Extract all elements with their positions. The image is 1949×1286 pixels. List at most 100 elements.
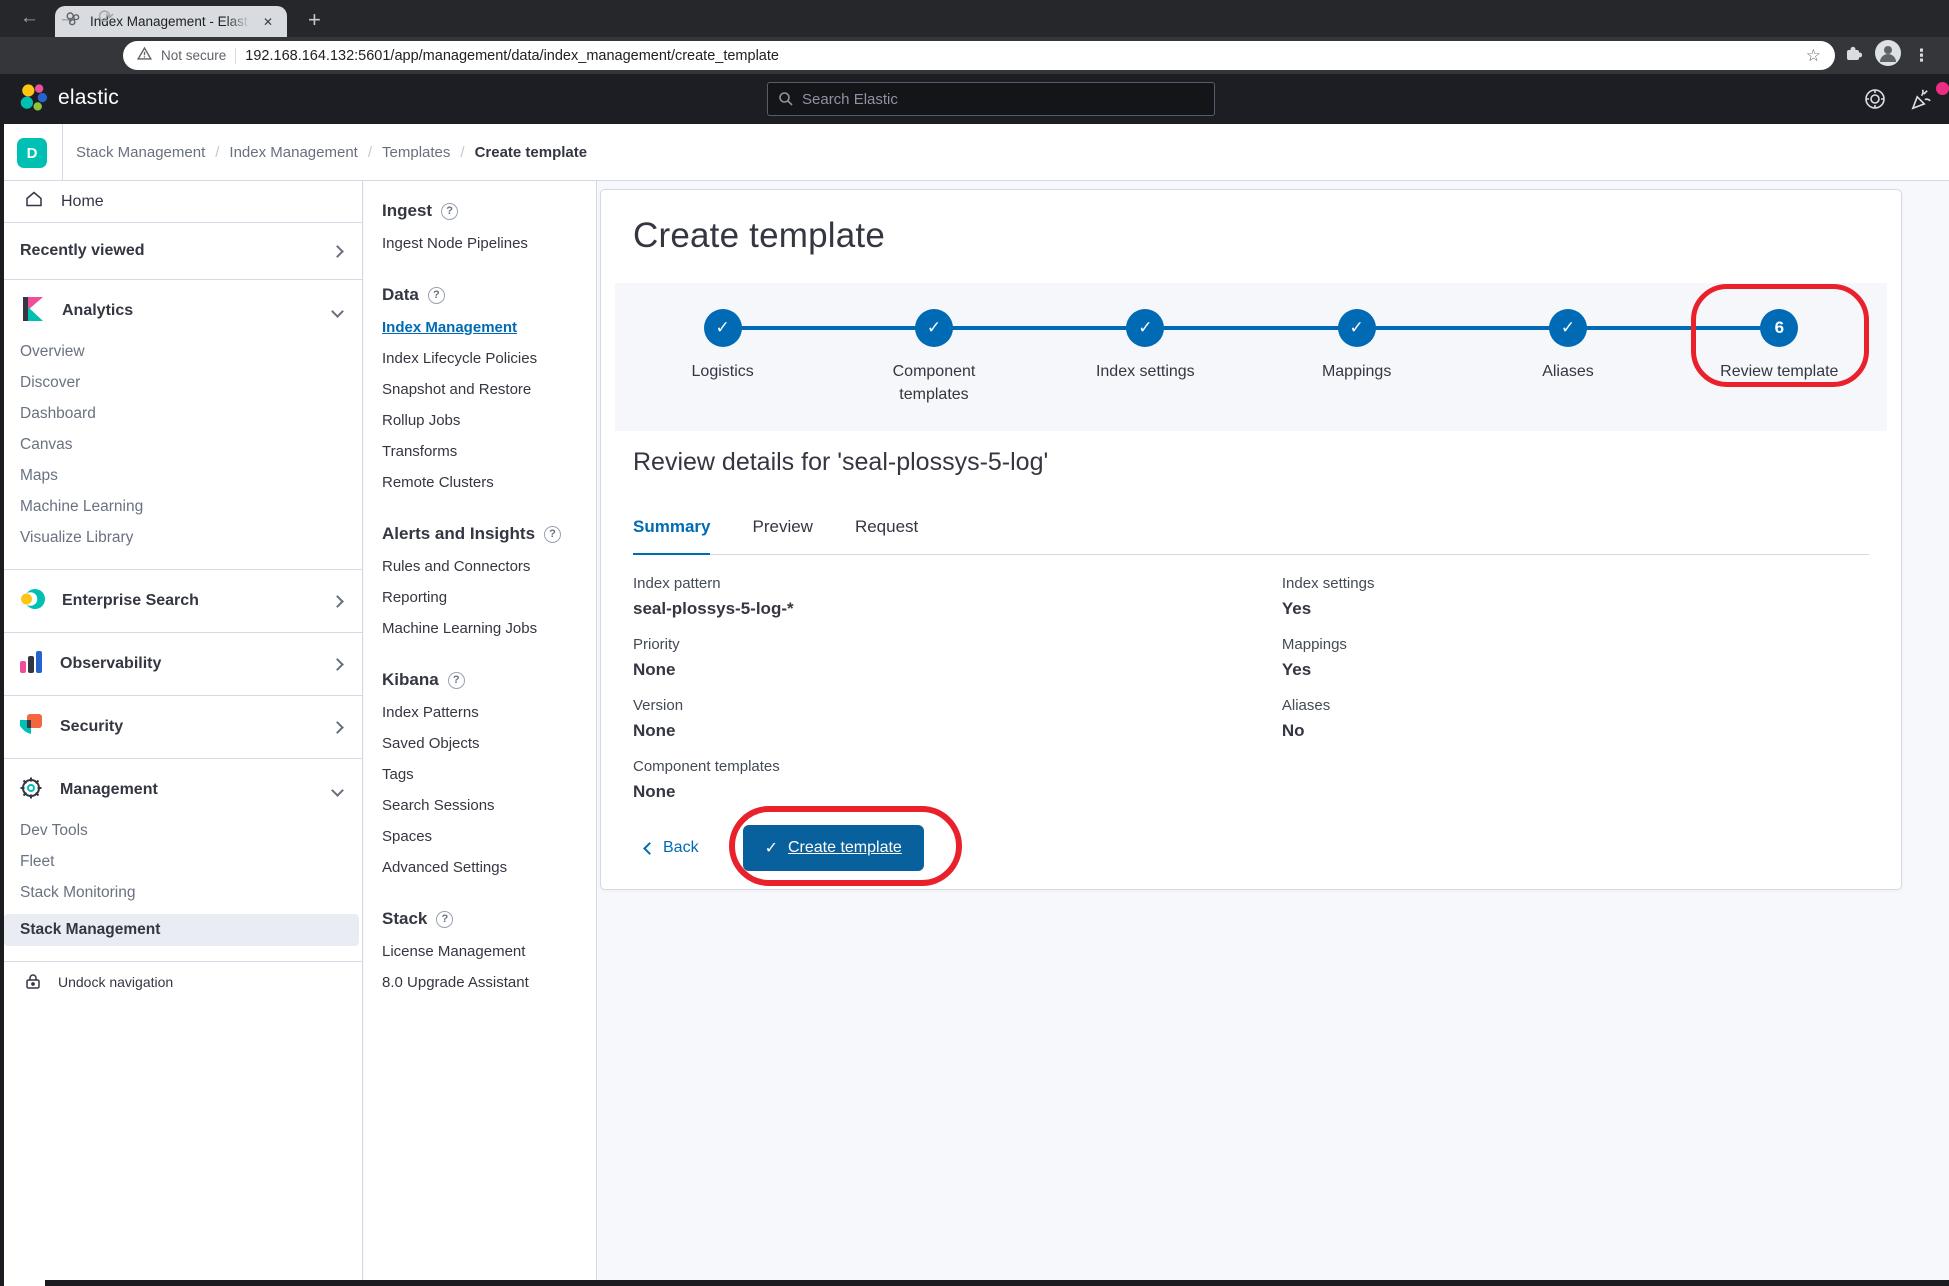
reload-icon[interactable]: ⟳ [92, 5, 120, 31]
tab-preview[interactable]: Preview [752, 516, 812, 554]
help-icon[interactable] [1862, 86, 1888, 117]
step-logistics[interactable]: ✓ Logistics [617, 309, 828, 406]
breadcrumb-templates[interactable]: Templates [382, 144, 450, 161]
window-bottom-edge [45, 1280, 1949, 1286]
step-component-templates[interactable]: ✓ Component templates [828, 309, 1039, 406]
sidebar-group-enterprise-search-header[interactable]: Enterprise Search [0, 570, 362, 632]
nav-item-saved-objects[interactable]: Saved Objects [382, 734, 582, 754]
question-circle-icon[interactable]: ? [441, 203, 458, 220]
nav-item-index-lifecycle-policies[interactable]: Index Lifecycle Policies [382, 349, 582, 369]
global-search-input[interactable]: Search Elastic [767, 82, 1215, 116]
nav-item-advanced-settings[interactable]: Advanced Settings [382, 858, 582, 878]
sidebar-recently-viewed[interactable]: Recently viewed [0, 223, 362, 280]
nav-item-index-patterns[interactable]: Index Patterns [382, 703, 582, 723]
sidebar-item-dev-tools[interactable]: Dev Tools [20, 821, 362, 841]
nav-item-reporting[interactable]: Reporting [382, 588, 582, 608]
sidebar-item-maps[interactable]: Maps [20, 466, 362, 486]
browser-menu-icon[interactable]: ⋮ [1913, 46, 1931, 66]
field-label: Component templates [633, 757, 1282, 776]
question-circle-icon[interactable]: ? [428, 287, 445, 304]
url-text: 192.168.164.132:5601/app/management/data… [245, 48, 1796, 64]
breadcrumb-separator: / [215, 144, 219, 161]
question-circle-icon[interactable]: ? [448, 672, 465, 689]
question-circle-icon[interactable]: ? [544, 526, 561, 543]
nav-item-remote-clusters[interactable]: Remote Clusters [382, 473, 582, 493]
sidebar-group-security-header[interactable]: Security [0, 696, 362, 758]
lock-icon [24, 972, 42, 993]
tab-close-icon[interactable]: ✕ [259, 13, 277, 31]
nav-item-license-management[interactable]: License Management [382, 942, 582, 962]
undock-label: Undock navigation [58, 974, 173, 990]
nav-section-alerts: Alerts and Insights? Rules and Connector… [382, 524, 582, 639]
summary-aliases: Aliases No [1282, 696, 1869, 742]
sidebar-item-stack-monitoring[interactable]: Stack Monitoring [20, 883, 362, 903]
sidebar-item-fleet[interactable]: Fleet [20, 852, 362, 872]
question-circle-icon[interactable]: ? [436, 911, 453, 928]
sidebar-item-stack-management[interactable]: Stack Management [4, 914, 359, 946]
nav-section-ingest: Ingest? Ingest Node Pipelines [382, 201, 582, 254]
step-circle: ✓ [915, 309, 953, 347]
search-placeholder: Search Elastic [802, 91, 898, 108]
field-label: Index pattern [633, 574, 1282, 593]
sidebar-item-discover[interactable]: Discover [20, 373, 362, 393]
sidebar-item-dashboard[interactable]: Dashboard [20, 404, 362, 424]
step-mappings[interactable]: ✓ Mappings [1251, 309, 1462, 406]
chrome-actions: ⋮ [1843, 40, 1931, 71]
nav-item-index-management[interactable]: Index Management [382, 318, 582, 338]
elastic-logo[interactable]: elastic [18, 83, 119, 113]
section-title-stack: Stack [382, 909, 427, 929]
summary-version: Version None [633, 696, 1282, 742]
sidebar-item-home[interactable]: Home [0, 181, 362, 223]
step-label: Index settings [1096, 360, 1195, 383]
nav-item-ingest-node-pipelines[interactable]: Ingest Node Pipelines [382, 234, 582, 254]
sidebar-item-canvas[interactable]: Canvas [20, 435, 362, 455]
nav-item-rollup-jobs[interactable]: Rollup Jobs [382, 411, 582, 431]
nav-item-tags[interactable]: Tags [382, 765, 582, 785]
nav-item-rules-and-connectors[interactable]: Rules and Connectors [382, 557, 582, 577]
sidebar-item-overview[interactable]: Overview [20, 342, 362, 362]
breadcrumb: Stack Management / Index Management / Te… [76, 124, 587, 180]
sidebar-group-analytics: Analytics Overview Discover Dashboard Ca… [0, 280, 362, 570]
address-bar[interactable]: Not secure 192.168.164.132:5601/app/mana… [123, 41, 1835, 70]
brand-name: elastic [58, 86, 119, 110]
sidebar-group-analytics-header[interactable]: Analytics [0, 280, 362, 342]
page-title: Create template [633, 216, 885, 256]
sidebar-group-observability-header[interactable]: Observability [0, 633, 362, 695]
summary-right-column: Index settings Yes Mappings Yes Aliases … [1282, 574, 1869, 818]
nav-item-search-sessions[interactable]: Search Sessions [382, 796, 582, 816]
undock-navigation[interactable]: Undock navigation [0, 962, 362, 1002]
profile-avatar[interactable] [1875, 40, 1901, 71]
tab-request[interactable]: Request [855, 516, 918, 554]
nav-item-transforms[interactable]: Transforms [382, 442, 582, 462]
summary-index-pattern: Index pattern seal-plossys-5-log-* [633, 574, 1282, 620]
new-tab-button[interactable]: + [300, 3, 329, 37]
back-icon[interactable]: ← [14, 5, 45, 31]
nav-section-kibana: Kibana? Index Patterns Saved Objects Tag… [382, 670, 582, 878]
step-index-settings[interactable]: ✓ Index settings [1040, 309, 1251, 406]
sidebar-item-machine-learning[interactable]: Machine Learning [20, 497, 362, 517]
nav-item-spaces[interactable]: Spaces [382, 827, 582, 847]
analytics-label: Analytics [62, 302, 317, 320]
nav-item-upgrade-assistant[interactable]: 8.0 Upgrade Assistant [382, 973, 582, 993]
summary-mappings: Mappings Yes [1282, 635, 1869, 681]
management-nav: Ingest? Ingest Node Pipelines Data? Inde… [364, 181, 597, 1286]
nav-item-machine-learning-jobs[interactable]: Machine Learning Jobs [382, 619, 582, 639]
bookmark-star-icon[interactable]: ☆ [1806, 46, 1821, 66]
forward-icon[interactable]: → [52, 5, 83, 31]
sidebar-group-security: Security [0, 696, 362, 759]
nav-item-snapshot-and-restore[interactable]: Snapshot and Restore [382, 380, 582, 400]
sidebar-item-visualize-library[interactable]: Visualize Library [20, 528, 362, 548]
browser-tab[interactable]: Index Management - Elast ✕ [55, 6, 287, 37]
step-aliases[interactable]: ✓ Aliases [1462, 309, 1673, 406]
tab-summary[interactable]: Summary [633, 516, 710, 555]
breadcrumb-index-management[interactable]: Index Management [229, 144, 357, 161]
omnibox-separator [235, 48, 236, 64]
back-button[interactable]: Back [645, 839, 699, 857]
chevron-left-icon [643, 842, 656, 855]
news-party-icon[interactable] [1908, 86, 1934, 117]
chevron-right-icon [331, 595, 344, 608]
space-avatar[interactable]: D [17, 138, 47, 168]
extensions-puzzle-icon[interactable] [1843, 43, 1863, 68]
sidebar-group-management-header[interactable]: Management [0, 759, 362, 821]
breadcrumb-stack-management[interactable]: Stack Management [76, 144, 205, 161]
